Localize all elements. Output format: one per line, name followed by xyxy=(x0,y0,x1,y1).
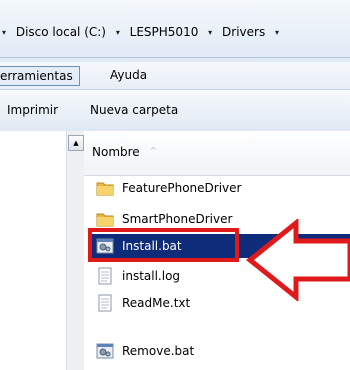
list-item[interactable]: FeaturePhoneDriver xyxy=(84,176,350,200)
file-name: FeaturePhoneDriver xyxy=(122,181,242,195)
command-toolbar: Imprimir Nueva carpeta xyxy=(0,90,350,132)
breadcrumb-item-disco-local[interactable]: Disco local (C:) xyxy=(16,24,106,40)
annotation-arrow-icon xyxy=(246,219,350,301)
file-name: ReadMe.txt xyxy=(122,296,191,310)
file-name: Remove.bat xyxy=(122,344,195,358)
column-header-name[interactable]: Nombre ^ xyxy=(84,131,350,176)
breadcrumb-chevron-icon[interactable]: ▾ xyxy=(208,25,212,41)
text-file-icon xyxy=(98,267,112,285)
column-header-label: Nombre xyxy=(92,145,140,159)
breadcrumb-chevron-icon[interactable]: ▾ xyxy=(2,25,6,41)
sort-ascending-icon: ^ xyxy=(150,146,157,155)
text-file-icon xyxy=(98,294,112,312)
scroll-up-arrow-icon[interactable]: ▲ xyxy=(68,135,84,151)
batch-file-icon xyxy=(96,343,114,359)
breadcrumb-item-lesph5010[interactable]: LESPH5010 xyxy=(130,24,199,40)
folder-icon xyxy=(96,182,114,196)
navigation-pane[interactable] xyxy=(0,131,66,370)
folder-icon xyxy=(96,213,114,227)
file-name: SmartPhoneDriver xyxy=(122,212,233,226)
breadcrumb: ▾ Disco local (C:) ▾ LESPH5010 ▾ Drivers… xyxy=(0,24,285,40)
address-bar-divider xyxy=(0,57,350,58)
new-folder-button[interactable]: Nueva carpeta xyxy=(90,102,178,118)
list-item[interactable]: Remove.bat xyxy=(84,339,350,363)
annotation-highlight-box xyxy=(88,228,239,262)
navigation-scrollbar[interactable]: ▲ xyxy=(66,131,84,370)
address-bar: ▾ Disco local (C:) ▾ LESPH5010 ▾ Drivers… xyxy=(0,0,350,62)
menu-item-herramientas[interactable]: erramientas xyxy=(0,66,80,86)
breadcrumb-chevron-icon[interactable]: ▾ xyxy=(116,25,120,41)
menu-item-ayuda[interactable]: Ayuda xyxy=(104,66,153,84)
print-button[interactable]: Imprimir xyxy=(7,102,58,118)
breadcrumb-chevron-icon[interactable]: ▾ xyxy=(275,25,279,41)
breadcrumb-item-drivers[interactable]: Drivers xyxy=(222,24,265,40)
file-name: install.log xyxy=(122,269,181,283)
menu-bar: erramientas Ayuda xyxy=(0,62,350,90)
